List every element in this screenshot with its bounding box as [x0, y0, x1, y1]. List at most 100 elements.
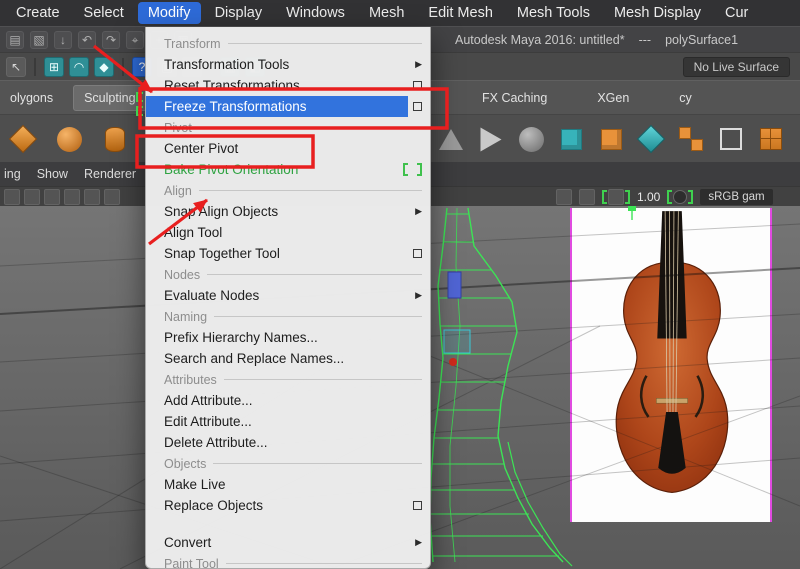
- menu-item-align-tool[interactable]: Align Tool: [146, 222, 430, 243]
- open-scene-icon[interactable]: ▧: [30, 31, 48, 49]
- menu-item-freeze-transformations[interactable]: Freeze Transformations: [146, 96, 430, 117]
- poly-cube-icon[interactable]: [596, 124, 626, 154]
- panel-menu-lighting[interactable]: ing: [4, 167, 21, 181]
- menu-mesh-display[interactable]: Mesh Display: [604, 2, 711, 24]
- bevel-icon[interactable]: [436, 124, 466, 154]
- gamma-icon[interactable]: [673, 190, 688, 204]
- select-mode-icon[interactable]: ↖: [6, 56, 26, 77]
- manipulator-handle: [447, 271, 462, 299]
- section-line: [214, 316, 422, 317]
- redo-icon[interactable]: ↷: [102, 31, 120, 49]
- submenu-arrow-icon: ▶: [415, 537, 422, 547]
- divider: [122, 57, 124, 76]
- menu-section-objects: Objects: [146, 453, 430, 474]
- section-line: [225, 563, 422, 564]
- menu-windows[interactable]: Windows: [276, 2, 355, 24]
- menu-item-delete-attribute[interactable]: Delete Attribute...: [146, 432, 430, 453]
- wireframe-model[interactable]: [420, 206, 800, 569]
- option-box-icon[interactable]: [413, 501, 422, 510]
- snap-curve-icon[interactable]: ◠: [69, 56, 89, 77]
- exposure-value[interactable]: 1.00: [637, 190, 660, 204]
- option-box-icon[interactable]: [413, 249, 422, 258]
- light-toggle-icon[interactable]: [44, 189, 60, 205]
- menu-modify[interactable]: Modify: [137, 2, 201, 24]
- new-feature-bracket-icon: [688, 190, 694, 204]
- isolate-select-icon[interactable]: [556, 189, 572, 205]
- shadow-toggle-icon[interactable]: [64, 189, 80, 205]
- menu-section-naming: Naming: [146, 306, 430, 327]
- menu-item-search-and-replace-names[interactable]: Search and Replace Names...: [146, 348, 430, 369]
- colorspace-dropdown[interactable]: sRGB gam: [700, 189, 773, 205]
- menu-item-make-live[interactable]: Make Live: [146, 474, 430, 495]
- poly-sphere-icon[interactable]: [54, 124, 84, 154]
- selection-tool-icon[interactable]: ⌖: [126, 31, 144, 49]
- exposure-new-feature: [602, 189, 630, 205]
- poly-diamond-icon[interactable]: [8, 124, 38, 154]
- boolean-cube-icon[interactable]: [556, 124, 586, 154]
- panel-menu-renderer[interactable]: Renderer: [84, 167, 136, 181]
- new-scene-icon[interactable]: ▤: [6, 31, 24, 49]
- window-title-app: Autodesk Maya 2016: untitled*: [455, 33, 625, 47]
- menu-edit-mesh[interactable]: Edit Mesh: [418, 2, 502, 24]
- main-menubar: Create Select Modify Display Windows Mes…: [0, 0, 800, 26]
- modify-menu: Transform Transformation Tools ▶ Reset T…: [145, 27, 431, 569]
- menu-item-snap-align-objects[interactable]: Snap Align Objects ▶: [146, 201, 430, 222]
- menu-display[interactable]: Display: [205, 2, 273, 24]
- option-box-icon[interactable]: [413, 81, 422, 90]
- uv-grid-icon[interactable]: [756, 124, 786, 154]
- menu-item-prefix-hierarchy-names[interactable]: Prefix Hierarchy Names...: [146, 327, 430, 348]
- pivot-point: [449, 358, 457, 366]
- combine-icon[interactable]: [676, 124, 706, 154]
- frame-icon[interactable]: [716, 124, 746, 154]
- menu-section-paint-tool: Paint Tool: [146, 553, 430, 568]
- wireframe-toggle-icon[interactable]: [104, 189, 120, 205]
- new-feature-bracket-icon: [602, 190, 607, 204]
- menu-item-snap-together-tool[interactable]: Snap Together Tool: [146, 243, 430, 264]
- shelf-tab-polygons[interactable]: olygons: [0, 86, 63, 110]
- menu-create[interactable]: Create: [6, 2, 70, 24]
- menu-item-replace-objects[interactable]: Replace Objects: [146, 495, 430, 516]
- menu-item-edit-attribute[interactable]: Edit Attribute...: [146, 411, 430, 432]
- sculpt-sphere-icon[interactable]: [516, 124, 546, 154]
- snap-point-icon[interactable]: ◆: [94, 56, 114, 77]
- window-title-selection: polySurface1: [665, 33, 739, 47]
- bridge-icon[interactable]: [476, 124, 506, 154]
- menu-item-transformation-tools[interactable]: Transformation Tools ▶: [146, 54, 430, 75]
- save-scene-icon[interactable]: ↓: [54, 31, 72, 49]
- panel-menu-show[interactable]: Show: [37, 167, 68, 181]
- undo-icon[interactable]: ↶: [78, 31, 96, 49]
- menu-mesh[interactable]: Mesh: [359, 2, 414, 24]
- menu-mesh-tools[interactable]: Mesh Tools: [507, 2, 600, 24]
- shelf-icons-left: [8, 124, 130, 154]
- menu-item-convert[interactable]: Convert ▶: [146, 532, 430, 553]
- menu-item-evaluate-nodes[interactable]: Evaluate Nodes ▶: [146, 285, 430, 306]
- texture-toggle-icon[interactable]: [84, 189, 100, 205]
- shelf-tab-legacy[interactable]: cy: [669, 86, 702, 110]
- section-line: [213, 463, 422, 464]
- shelf-tab-xgen[interactable]: XGen: [587, 86, 639, 110]
- section-line: [207, 274, 422, 275]
- submenu-arrow-icon: ▶: [415, 59, 422, 69]
- live-surface-dropdown[interactable]: No Live Surface: [682, 57, 790, 77]
- poly-cylinder-icon[interactable]: [100, 124, 130, 154]
- selection-box: [443, 329, 471, 354]
- shelf-tab-fx-caching[interactable]: FX Caching: [472, 86, 557, 110]
- snap-diamond-icon[interactable]: [636, 124, 666, 154]
- exposure-icon[interactable]: [608, 189, 624, 205]
- menu-curves[interactable]: Cur: [715, 2, 758, 24]
- menu-item-reset-transformations[interactable]: Reset Transformations: [146, 75, 430, 96]
- grid-toggle-icon[interactable]: [4, 189, 20, 205]
- divider: [34, 57, 36, 76]
- menu-item-bake-pivot-orientation[interactable]: Bake Pivot Orientation: [146, 159, 430, 180]
- fog-toggle-icon[interactable]: [579, 189, 595, 205]
- option-box-icon[interactable]: [413, 102, 422, 111]
- menu-item-center-pivot[interactable]: Center Pivot: [146, 138, 430, 159]
- new-feature-bracket-icon: [403, 163, 422, 176]
- camera-icon[interactable]: [24, 189, 40, 205]
- submenu-arrow-icon: ▶: [415, 290, 422, 300]
- menu-select[interactable]: Select: [74, 2, 134, 24]
- menu-item-add-attribute[interactable]: Add Attribute...: [146, 390, 430, 411]
- snap-grid-icon[interactable]: ⊞: [44, 56, 64, 77]
- viewport-icons-right: 1.00 sRGB gam: [556, 188, 773, 206]
- menu-section-pivot: Pivot: [146, 117, 430, 138]
